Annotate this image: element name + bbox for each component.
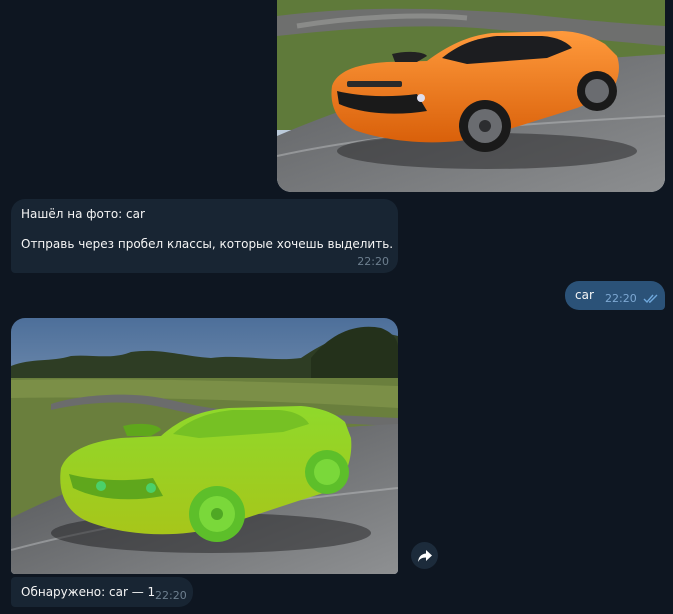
outgoing-message: car 22:20 [565, 281, 665, 310]
message-spacer [21, 222, 388, 237]
sent-photo[interactable] [277, 0, 665, 192]
message-time: 22:20 [357, 255, 389, 268]
outgoing-message-time: 22:20 [605, 292, 637, 305]
message-text-line1: Нашёл на фото: car [21, 207, 145, 221]
share-arrow-icon [417, 549, 432, 562]
incoming-photo-caption: Обнаружено: car — 1 22:20 [11, 577, 193, 607]
incoming-message: Нашёл на фото: car Отправь через пробел … [11, 199, 398, 273]
outgoing-message-text: car [575, 288, 594, 302]
double-check-icon [643, 294, 658, 304]
chat-window: Нашёл на фото: car Отправь через пробел … [0, 0, 673, 614]
share-button[interactable] [411, 542, 438, 569]
caption-text: Обнаружено: car — 1 [21, 585, 156, 599]
car-photo-original [277, 0, 665, 192]
message-text-line2: Отправь через пробел классы, которые хоч… [21, 237, 394, 251]
caption-time: 22:20 [155, 589, 187, 602]
received-photo[interactable] [11, 318, 398, 574]
car-photo-segmented [11, 318, 398, 574]
